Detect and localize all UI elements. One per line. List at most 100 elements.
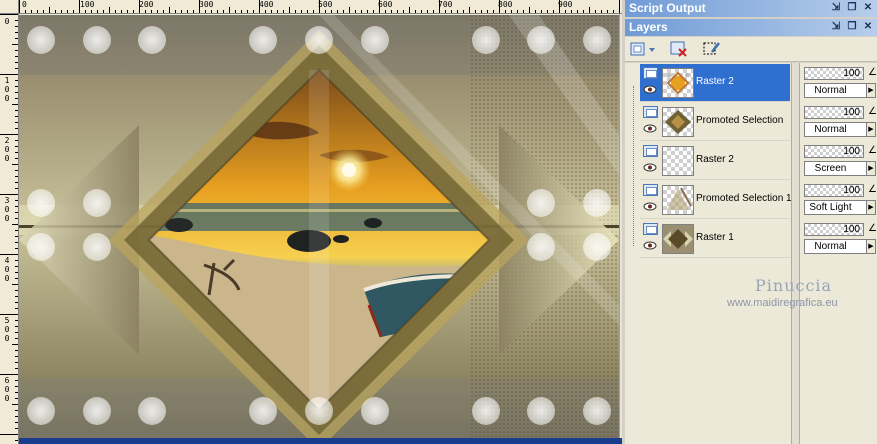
layer-name: Raster 2 (696, 154, 734, 165)
chevron-right-icon[interactable]: ▶ (866, 122, 876, 137)
opacity-slider[interactable]: 100 (804, 184, 864, 197)
pin-icon[interactable]: ⇲ (830, 2, 842, 14)
decor-dot (138, 26, 166, 54)
restore-icon[interactable]: ❐ (846, 21, 858, 33)
watermark-name: Pinuccia (755, 276, 833, 295)
script-output-title-bar[interactable]: Script Output ⇲ ❐ ✕ (625, 0, 877, 17)
decor-dot (83, 397, 111, 425)
eye-icon[interactable] (643, 85, 657, 94)
layer-name: Raster 1 (696, 232, 734, 243)
eye-icon[interactable] (643, 202, 657, 211)
ruler-label-v: 0 (4, 17, 10, 26)
chevron-right-icon[interactable]: ▶ (866, 200, 876, 215)
vertical-ruler: 0 100 200 300 400 500 600 (0, 14, 19, 444)
blend-mode-select[interactable]: Normal (804, 122, 867, 137)
decor-dot (527, 26, 555, 54)
workspace-splitter[interactable] (619, 14, 622, 444)
layers-title: Layers (629, 20, 668, 34)
raster-layer-icon (643, 184, 658, 196)
decor-dot (361, 26, 389, 54)
ruler-label-h: 300 (199, 0, 214, 9)
layer-properties: 100 ∠ Normal ▶ (802, 64, 877, 102)
layer-row[interactable]: Raster 1 (640, 220, 790, 258)
layer-properties: 100 ∠ Normal ▶ (802, 220, 877, 258)
layer-row[interactable]: Raster 2 (640, 142, 790, 180)
layer-thumbnail (662, 107, 694, 137)
decor-dot (138, 397, 166, 425)
ruler-label-h: 400 (259, 0, 274, 9)
close-icon[interactable]: ✕ (862, 21, 874, 33)
delete-layer-icon[interactable] (670, 40, 690, 58)
ruler-label-h: 0 (22, 0, 27, 9)
paint-shop-pro-window: 0 100 200 300 400 500 600 700 800 900 0 … (0, 0, 877, 444)
opacity-slider[interactable]: 100 (804, 145, 864, 158)
layer-properties-splitter[interactable] (791, 63, 800, 444)
layers-controls: ⇲ ❐ ✕ (830, 21, 874, 33)
decor-dot (83, 26, 111, 54)
new-raster-layer-icon[interactable] (630, 40, 655, 58)
layer-row[interactable]: Raster 2 (640, 64, 790, 102)
decor-dot (583, 189, 611, 217)
decor-dot (27, 26, 55, 54)
opacity-arrow-icon[interactable]: ∠ (868, 67, 877, 78)
raster-layer-icon (643, 67, 658, 79)
decor-dot (249, 397, 277, 425)
decor-dot (249, 26, 277, 54)
ruler-corner (0, 0, 19, 14)
group-guide-line (633, 86, 634, 246)
eye-icon[interactable] (643, 163, 657, 172)
pin-icon[interactable]: ⇲ (830, 21, 842, 33)
ruler-label-v: 500 (4, 316, 10, 343)
raster-layer-icon (643, 145, 658, 157)
opacity-arrow-icon[interactable]: ∠ (868, 106, 877, 117)
opacity-slider[interactable]: 100 (804, 106, 864, 119)
raster-layer-icon (643, 223, 658, 235)
image-canvas[interactable] (19, 15, 619, 438)
layers-title-bar[interactable]: Layers ⇲ ❐ ✕ (625, 19, 877, 36)
layer-row[interactable]: Promoted Selection (640, 103, 790, 141)
script-output-controls: ⇲ ❐ ✕ (830, 2, 874, 14)
opacity-arrow-icon[interactable]: ∠ (868, 145, 877, 156)
restore-icon[interactable]: ❐ (846, 2, 858, 14)
opacity-slider[interactable]: 100 (804, 67, 864, 80)
ruler-label-h: 600 (378, 0, 393, 9)
decor-dot (527, 397, 555, 425)
decor-dot (527, 233, 555, 261)
ruler-label-h: 200 (139, 0, 154, 9)
chevron-right-icon[interactable]: ▶ (866, 239, 876, 254)
decor-dot (83, 233, 111, 261)
opacity-arrow-icon[interactable]: ∠ (868, 184, 877, 195)
horizontal-scrollbar[interactable] (19, 438, 622, 444)
watermark-url: www.maidiregrafica.eu (727, 297, 838, 309)
close-icon[interactable]: ✕ (862, 2, 874, 14)
image-workspace: 0 100 200 300 400 500 600 700 800 900 0 … (0, 0, 622, 444)
layer-properties: 100 ∠ Normal ▶ (802, 103, 877, 141)
ruler-label-h: 700 (438, 0, 453, 9)
ruler-label-h: 800 (498, 0, 513, 9)
eye-icon[interactable] (643, 124, 657, 133)
chevron-right-icon[interactable]: ▶ (866, 83, 876, 98)
opacity-slider[interactable]: 100 (804, 223, 864, 236)
decor-dot (83, 189, 111, 217)
blend-mode-select[interactable]: Normal (804, 83, 867, 98)
ruler-label-v: 400 (4, 256, 10, 283)
edit-selection-icon[interactable] (702, 40, 722, 58)
blend-mode-select[interactable]: Normal (804, 239, 867, 254)
ruler-label-v: 300 (4, 196, 10, 223)
blend-mode-select[interactable]: Soft Light (804, 200, 867, 215)
layer-properties: 100 ∠ Soft Light ▶ (802, 181, 877, 219)
layer-thumbnail (662, 185, 694, 215)
decor-dot (583, 26, 611, 54)
eye-icon[interactable] (643, 241, 657, 250)
blend-mode-select[interactable]: Screen (804, 161, 867, 176)
ruler-label-v: 100 (4, 76, 10, 103)
layer-row[interactable]: Promoted Selection 1 (640, 181, 792, 219)
opacity-arrow-icon[interactable]: ∠ (868, 223, 877, 234)
chevron-right-icon[interactable]: ▶ (866, 161, 876, 176)
ruler-label-v: 200 (4, 136, 10, 163)
script-output-title: Script Output (629, 1, 706, 15)
layer-thumbnail (662, 224, 694, 254)
artwork (19, 15, 619, 438)
decor-dot (583, 233, 611, 261)
decor-dot (583, 397, 611, 425)
